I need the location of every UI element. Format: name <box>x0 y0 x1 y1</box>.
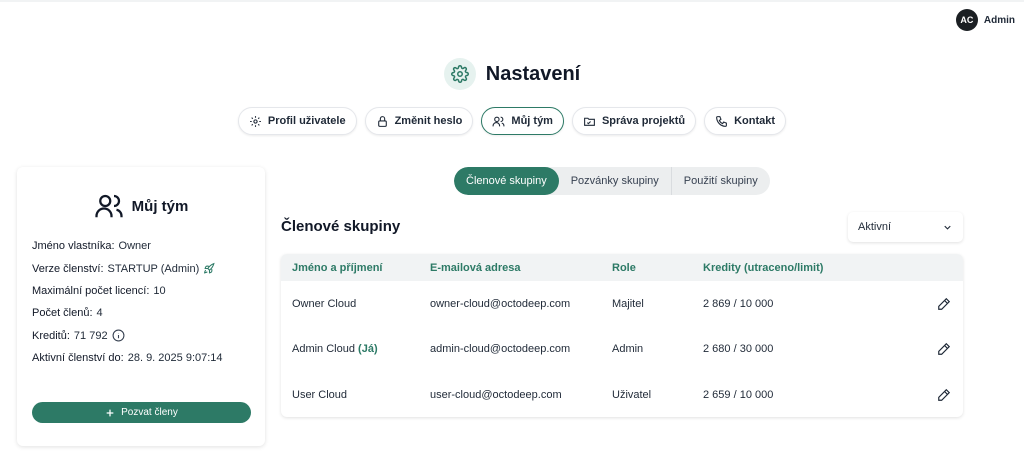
credits-row: Kreditů: 71 792 <box>32 325 223 347</box>
pencil-icon[interactable] <box>937 388 951 402</box>
avatar[interactable]: AC <box>955 9 978 31</box>
settings-badge <box>443 58 476 90</box>
header-role: Role <box>612 261 636 274</box>
member-credits: 2 680 / 30 000 <box>703 343 774 356</box>
member-role: Majitel <box>612 297 644 310</box>
tab-group-usage[interactable]: Použití skupiny <box>672 167 770 195</box>
gear-icon <box>450 65 469 83</box>
active-until-row: Aktivní členství do: 28. 9. 2025 9:07:14 <box>32 347 223 369</box>
member-role: Uživatel <box>612 388 652 401</box>
members-row: Počet členů: 4 <box>32 302 223 324</box>
rocket-icon <box>204 262 215 274</box>
team-info: Jméno vlastníka: Owner Verze členství: S… <box>32 235 223 369</box>
owner-row: Jméno vlastníka: Owner <box>32 235 223 257</box>
member-name: Admin Cloud (Já) <box>292 343 378 355</box>
page-title: Nastavení <box>485 62 581 85</box>
credits-label: Kreditů: <box>32 329 70 342</box>
member-segment-tabs: Členové skupiny Pozvánky skupiny Použití… <box>454 167 770 195</box>
membership-label: Verze členství: <box>32 262 104 275</box>
tab-label: Profil uživatele <box>267 115 346 127</box>
section-title: Členové skupiny <box>281 218 401 235</box>
table-row: Owner Cloud owner-cloud@octodeep.com Maj… <box>281 281 963 327</box>
tab-group-invites[interactable]: Pozvánky skupiny <box>559 167 672 195</box>
member-email: owner-cloud@octodeep.com <box>430 297 571 310</box>
credits-value: 71 792 <box>73 329 108 342</box>
plus-icon <box>106 409 114 416</box>
licenses-label: Maximální počet licencí: <box>32 284 150 297</box>
tab-label: Kontakt <box>734 115 776 127</box>
active-until-value: 28. 9. 2025 9:07:14 <box>127 352 223 365</box>
member-email: user-cloud@octodeep.com <box>430 388 562 401</box>
me-badge: (Já) <box>358 343 378 356</box>
tab-label: Správa projektů <box>601 115 686 127</box>
user-menu[interactable]: AC Admin <box>955 9 1015 31</box>
active-until-label: Aktivní členství do: <box>32 352 124 365</box>
member-name: Owner Cloud <box>292 298 356 310</box>
table-row: User Cloud user-cloud@octodeep.com Uživa… <box>281 372 963 417</box>
member-name-text: User Cloud <box>292 388 348 401</box>
header-credits: Kredity (utraceno/limit) <box>703 261 824 274</box>
tab-profile[interactable]: Profil uživatele <box>237 107 357 135</box>
header-email: E-mailová adresa <box>430 261 521 274</box>
folder-icon <box>584 117 595 126</box>
owner-value: Owner <box>118 240 151 253</box>
chevron-down-icon <box>944 225 951 230</box>
phone-icon <box>716 115 728 127</box>
tab-label: Můj tým <box>511 115 553 127</box>
member-email: admin-cloud@octodeep.com <box>430 343 571 356</box>
licenses-value: 10 <box>153 284 166 297</box>
tab-change-password[interactable]: Změnit heslo <box>364 107 474 135</box>
membership-value: STARTUP (Admin) <box>107 262 200 275</box>
invite-members-button[interactable]: Pozvat členy <box>32 402 251 423</box>
status-filter-value: Aktivní <box>858 221 892 233</box>
pencil-icon[interactable] <box>937 297 951 311</box>
page-header: Nastavení <box>0 58 1024 90</box>
lock-icon <box>377 115 387 127</box>
users-icon <box>492 116 505 126</box>
members-label: Počet členů: <box>32 307 93 320</box>
gear-icon <box>250 115 261 127</box>
member-credits: 2 659 / 10 000 <box>703 388 774 401</box>
members-table: Jméno a příjmení E-mailová adresa Role K… <box>281 254 963 417</box>
header-name: Jméno a příjmení <box>292 261 383 274</box>
tab-my-team[interactable]: Můj tým <box>481 107 564 135</box>
invite-members-label: Pozvat členy <box>121 407 178 418</box>
team-card-title: Můj tým <box>131 197 189 215</box>
top-bar <box>0 0 1024 2</box>
team-card: Můj tým Jméno vlastníka: Owner Verze čle… <box>17 167 265 446</box>
tab-project-management[interactable]: Správa projektů <box>571 107 697 135</box>
member-role: Admin <box>612 343 644 356</box>
member-name: User Cloud <box>292 389 347 401</box>
table-header: Jméno a příjmení E-mailová adresa Role K… <box>281 254 963 281</box>
tab-group-members[interactable]: Členové skupiny <box>454 167 559 195</box>
members-value: 4 <box>96 307 103 320</box>
membership-row: Verze členství: STARTUP (Admin) <box>32 257 223 279</box>
user-name[interactable]: Admin <box>984 15 1015 26</box>
team-card-header: Můj tým <box>17 191 265 221</box>
tab-contact[interactable]: Kontakt <box>704 107 787 135</box>
pencil-icon[interactable] <box>937 342 951 356</box>
owner-label: Jméno vlastníka: <box>32 240 115 253</box>
settings-nav: Profil uživatele Změnit heslo Můj tým Sp… <box>0 107 1024 135</box>
table-row: Admin Cloud (Já) admin-cloud@octodeep.co… <box>281 327 963 373</box>
info-icon[interactable] <box>112 329 125 342</box>
status-filter-select[interactable]: Aktivní <box>848 212 963 242</box>
member-name-text: Admin Cloud <box>292 343 355 356</box>
licenses-row: Maximální počet licencí: 10 <box>32 280 223 302</box>
member-name-text: Owner Cloud <box>292 297 357 310</box>
tab-label: Změnit heslo <box>394 115 463 127</box>
member-credits: 2 869 / 10 000 <box>703 297 774 310</box>
users-icon <box>95 194 123 218</box>
